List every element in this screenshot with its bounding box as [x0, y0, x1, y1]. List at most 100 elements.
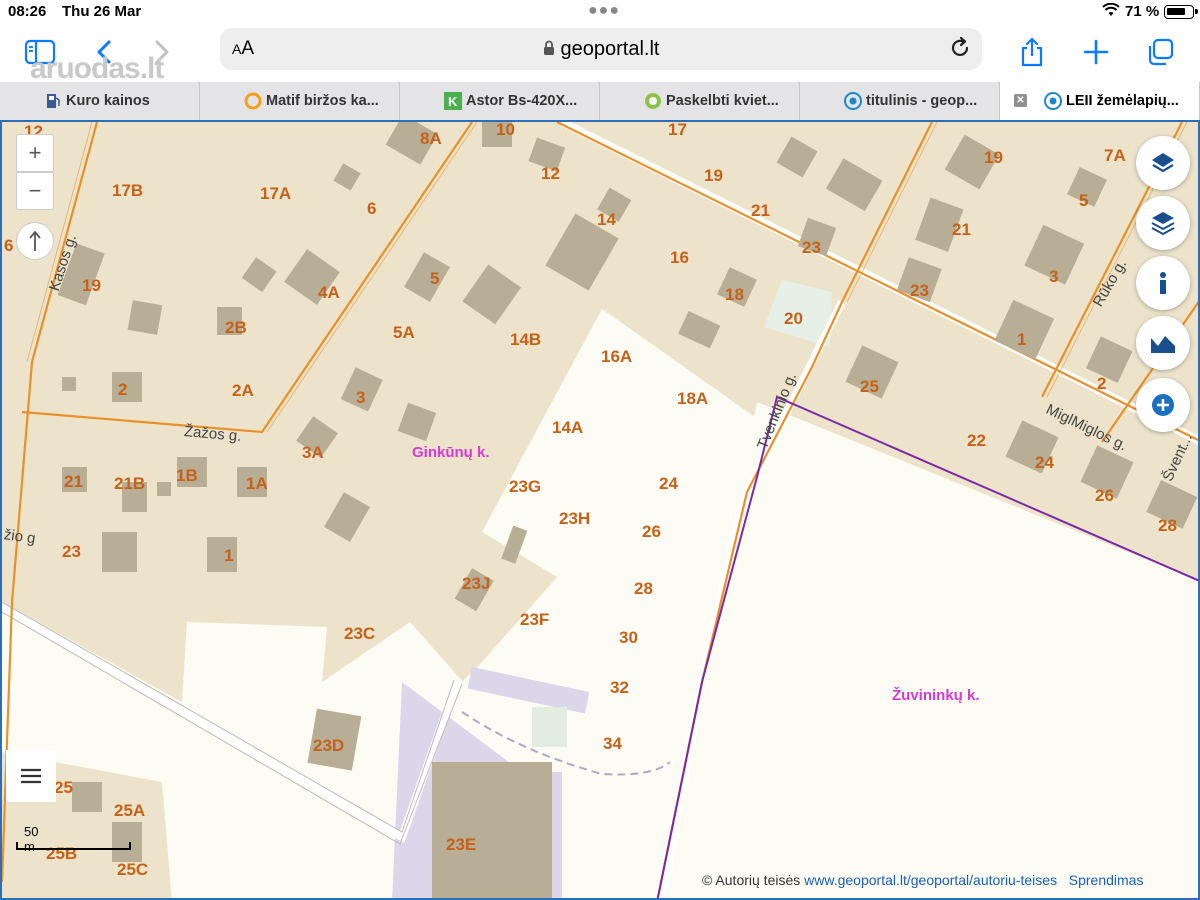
parcel-label: 19: [704, 166, 723, 185]
parcel-label: 23D: [313, 736, 345, 755]
map-view[interactable]: 12 8A 10 17 19 7A 17B 17A 6 12 14 19 5 2…: [0, 120, 1200, 900]
parcel-label: 23: [802, 238, 821, 257]
parcel-label: 7A: [1104, 146, 1126, 165]
parcel-label: 23H: [559, 509, 591, 528]
parcel-label: 23E: [446, 835, 477, 854]
add-icon[interactable]: [1136, 378, 1190, 432]
diamond-icon: [244, 92, 262, 110]
parcel-label: 14: [597, 210, 616, 229]
date: Thu 26 Mar: [62, 3, 142, 20]
parcel-label: 1B: [176, 466, 198, 485]
parcel-label: 25: [860, 377, 879, 396]
svg-text:K: K: [448, 94, 458, 109]
close-tab-icon[interactable]: ✕: [1014, 94, 1027, 107]
parcel-label: 3: [1049, 267, 1059, 286]
zoom-in-button[interactable]: +: [16, 134, 54, 172]
base-layers-icon[interactable]: [1136, 196, 1190, 250]
battery-icon: [1164, 5, 1198, 19]
layers-icon[interactable]: [1136, 136, 1190, 190]
parcel-label: 18: [725, 285, 744, 304]
reload-icon[interactable]: [948, 36, 972, 60]
parcel-label: 23J: [462, 574, 491, 593]
status-bar: 08:26 Thu 26 Mar ●●● 71 %: [0, 0, 1200, 24]
leaf-icon: [645, 93, 661, 109]
parcel-label: 23C: [344, 624, 376, 643]
tab-leii-active[interactable]: ✕ LEII žemėlapių...: [1000, 82, 1200, 120]
attribution-link[interactable]: www.geoportal.lt/geoportal/autoriu-teise…: [804, 872, 1057, 888]
fuel-icon: [47, 94, 60, 108]
village-label: Žuvininkų k.: [892, 687, 980, 704]
wifi-icon: [1102, 3, 1120, 16]
multitasking-dots-icon[interactable]: ●●●: [588, 2, 620, 20]
parcel-label: 3: [356, 388, 366, 407]
k-icon: K: [444, 92, 462, 110]
parcel-label: 5: [430, 269, 440, 288]
url-text: geoportal.lt: [220, 38, 982, 61]
parcel-label: 5: [1079, 191, 1089, 210]
parcel-label: 20: [784, 309, 803, 328]
tab-titulinis[interactable]: titulinis - geop...: [800, 82, 1000, 120]
share-icon[interactable]: [1014, 34, 1050, 70]
parcel-label: 25C: [117, 860, 149, 879]
tab-astor[interactable]: K Astor Bs-420X...: [400, 82, 600, 120]
parcel-label: 26: [642, 522, 661, 541]
parcel-label: 14A: [552, 418, 584, 437]
parcel-label: 28: [1158, 516, 1177, 535]
tab-paskelbti[interactable]: Paskelbti kviet...: [600, 82, 800, 120]
parcel-label: 3A: [302, 443, 324, 462]
parcel-label: 21: [64, 472, 83, 491]
parcel-label: 1: [1017, 330, 1027, 349]
info-icon[interactable]: [1136, 256, 1190, 310]
scale-bar-line: [16, 842, 131, 850]
parcel-label: 14B: [510, 330, 542, 349]
parcel-label: 24: [659, 474, 678, 493]
parcel-label: 1A: [246, 474, 268, 493]
north-arrow-icon[interactable]: [16, 222, 54, 260]
tab-bar: Kuro kainos Matif biržos ka... K Astor B…: [0, 82, 1200, 120]
parcel-label: 18A: [677, 389, 709, 408]
address-bar[interactable]: AA geoportal.lt: [220, 28, 982, 70]
parcel-label: 25A: [114, 801, 146, 820]
parcel-label: 28: [634, 579, 653, 598]
parcel-label: 16A: [601, 347, 633, 366]
parcel-label: 6: [367, 199, 377, 218]
parcel-label: 25: [54, 778, 73, 797]
village-label: Ginkūnų k.: [412, 444, 490, 461]
parcel-label: 24: [1035, 453, 1054, 472]
tab-matif[interactable]: Matif biržos ka...: [200, 82, 400, 120]
tabs-overview-icon[interactable]: [1142, 34, 1178, 70]
map-base-layer: [2, 122, 1198, 898]
parcel-label: 10: [496, 120, 515, 139]
parcel-label: 26: [1095, 486, 1114, 505]
parcel-label: 34: [603, 734, 622, 753]
attribution: © Autorių teisės www.geoportal.lt/geopor…: [702, 872, 1144, 888]
battery-percent: 71 %: [1125, 3, 1160, 20]
parcel-label: 5A: [393, 323, 415, 342]
parcel-label: 21B: [114, 474, 146, 493]
menu-icon[interactable]: [6, 750, 56, 802]
parcel-label: 2A: [232, 381, 254, 400]
parcel-label: 23: [62, 542, 81, 561]
browser-toolbar: aruodas.lt AA geoportal.lt: [0, 24, 1200, 85]
parcel-label: 16: [670, 248, 689, 267]
parcel-label: 30: [619, 628, 638, 647]
parcel-label: 19: [82, 276, 101, 295]
terrain-profile-icon[interactable]: [1136, 316, 1190, 370]
watermark-logo: aruodas.lt: [30, 52, 164, 85]
parcel-label: 22: [967, 431, 986, 450]
tab-kuro-kainos[interactable]: Kuro kainos: [0, 82, 200, 120]
parcel-label: 6: [4, 236, 14, 255]
parcel-label: 23G: [509, 477, 542, 496]
new-tab-icon[interactable]: [1078, 34, 1114, 70]
parcel-label: 4A: [318, 283, 340, 302]
zoom-out-button[interactable]: −: [16, 172, 54, 210]
parcel-label: 21: [952, 220, 971, 239]
geoportal-icon: [1044, 92, 1062, 110]
clock: 08:26: [8, 3, 47, 20]
parcel-label: 21: [751, 201, 770, 220]
parcel-label: 17: [668, 120, 687, 139]
parcel-label: 8A: [420, 129, 442, 148]
sprendimas-link[interactable]: Sprendimas: [1069, 872, 1144, 888]
parcel-label: 23: [910, 281, 929, 300]
parcel-label: 2: [118, 380, 128, 399]
